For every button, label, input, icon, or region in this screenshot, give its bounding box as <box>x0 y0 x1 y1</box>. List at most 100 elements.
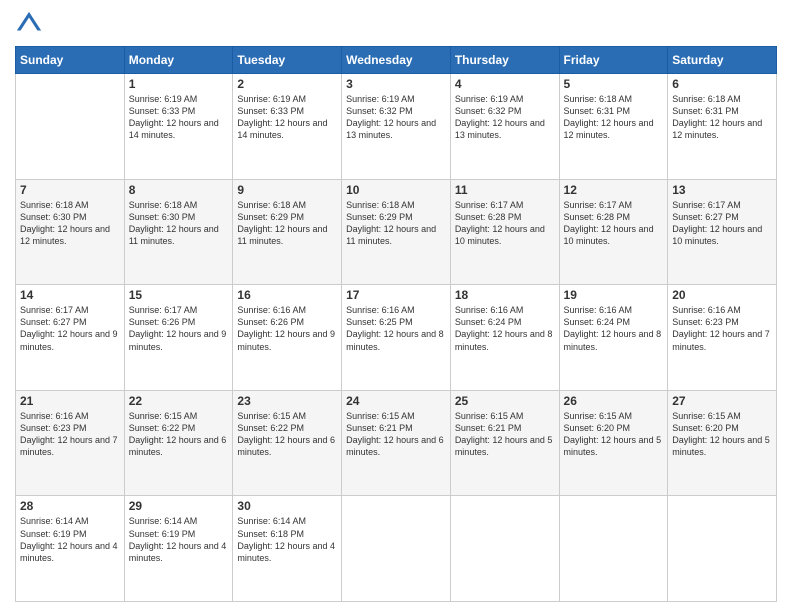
weekday-header: Sunday <box>16 47 125 74</box>
calendar-cell: 26 Sunrise: 6:15 AMSunset: 6:20 PMDayligh… <box>559 390 668 496</box>
day-info: Sunrise: 6:15 AMSunset: 6:22 PMDaylight:… <box>237 410 337 459</box>
day-info: Sunrise: 6:16 AMSunset: 6:24 PMDaylight:… <box>564 304 664 353</box>
calendar-cell: 7 Sunrise: 6:18 AMSunset: 6:30 PMDaylight… <box>16 179 125 285</box>
calendar-table: SundayMondayTuesdayWednesdayThursdayFrid… <box>15 46 777 602</box>
day-number: 27 <box>672 394 772 408</box>
day-info: Sunrise: 6:17 AMSunset: 6:27 PMDaylight:… <box>672 199 772 248</box>
calendar-cell: 30 Sunrise: 6:14 AMSunset: 6:18 PMDayligh… <box>233 496 342 602</box>
day-number: 28 <box>20 499 120 513</box>
day-number: 26 <box>564 394 664 408</box>
weekday-header: Friday <box>559 47 668 74</box>
calendar-cell: 5 Sunrise: 6:18 AMSunset: 6:31 PMDaylight… <box>559 74 668 180</box>
day-number: 24 <box>346 394 446 408</box>
day-number: 2 <box>237 77 337 91</box>
day-number: 23 <box>237 394 337 408</box>
calendar-cell: 17 Sunrise: 6:16 AMSunset: 6:25 PMDayligh… <box>342 285 451 391</box>
calendar-cell <box>342 496 451 602</box>
day-info: Sunrise: 6:17 AMSunset: 6:28 PMDaylight:… <box>564 199 664 248</box>
page: SundayMondayTuesdayWednesdayThursdayFrid… <box>0 0 792 612</box>
logo-icon <box>15 10 43 38</box>
day-info: Sunrise: 6:15 AMSunset: 6:20 PMDaylight:… <box>672 410 772 459</box>
day-info: Sunrise: 6:14 AMSunset: 6:18 PMDaylight:… <box>237 515 337 564</box>
calendar-week-row: 1 Sunrise: 6:19 AMSunset: 6:33 PMDaylight… <box>16 74 777 180</box>
calendar-week-row: 28 Sunrise: 6:14 AMSunset: 6:19 PMDayligh… <box>16 496 777 602</box>
day-number: 9 <box>237 183 337 197</box>
calendar-cell: 8 Sunrise: 6:18 AMSunset: 6:30 PMDaylight… <box>124 179 233 285</box>
day-number: 29 <box>129 499 229 513</box>
header <box>15 10 777 38</box>
calendar-cell: 20 Sunrise: 6:16 AMSunset: 6:23 PMDayligh… <box>668 285 777 391</box>
day-info: Sunrise: 6:18 AMSunset: 6:29 PMDaylight:… <box>237 199 337 248</box>
calendar-cell: 3Sunrise: 6:19 AMSunset: 6:32 PMDaylight… <box>342 74 451 180</box>
day-info: Sunrise: 6:17 AMSunset: 6:28 PMDaylight:… <box>455 199 555 248</box>
calendar-cell: 23 Sunrise: 6:15 AMSunset: 6:22 PMDayligh… <box>233 390 342 496</box>
weekday-header: Tuesday <box>233 47 342 74</box>
calendar-cell: 9 Sunrise: 6:18 AMSunset: 6:29 PMDaylight… <box>233 179 342 285</box>
day-info: Sunrise: 6:17 AMSunset: 6:26 PMDaylight:… <box>129 304 229 353</box>
calendar-cell <box>559 496 668 602</box>
calendar-cell: 22 Sunrise: 6:15 AMSunset: 6:22 PMDayligh… <box>124 390 233 496</box>
calendar-cell: 11 Sunrise: 6:17 AMSunset: 6:28 PMDayligh… <box>450 179 559 285</box>
day-info: Sunrise: 6:18 AMSunset: 6:31 PMDaylight:… <box>564 93 664 142</box>
day-info: Sunrise: 6:19 AMSunset: 6:33 PMDaylight:… <box>129 93 229 142</box>
day-number: 17 <box>346 288 446 302</box>
day-number: 3 <box>346 77 446 91</box>
day-info: Sunrise: 6:16 AMSunset: 6:23 PMDaylight:… <box>672 304 772 353</box>
day-number: 20 <box>672 288 772 302</box>
day-info: Sunrise: 6:18 AMSunset: 6:30 PMDaylight:… <box>20 199 120 248</box>
calendar-cell: 2 Sunrise: 6:19 AMSunset: 6:33 PMDaylight… <box>233 74 342 180</box>
calendar-cell: 21 Sunrise: 6:16 AMSunset: 6:23 PMDayligh… <box>16 390 125 496</box>
weekday-header: Saturday <box>668 47 777 74</box>
day-info: Sunrise: 6:19 AMSunset: 6:33 PMDaylight:… <box>237 93 337 142</box>
day-info: Sunrise: 6:16 AMSunset: 6:26 PMDaylight:… <box>237 304 337 353</box>
day-number: 1 <box>129 77 229 91</box>
day-info: Sunrise: 6:18 AMSunset: 6:31 PMDaylight:… <box>672 93 772 142</box>
calendar-cell: 12 Sunrise: 6:17 AMSunset: 6:28 PMDayligh… <box>559 179 668 285</box>
day-info: Sunrise: 6:15 AMSunset: 6:22 PMDaylight:… <box>129 410 229 459</box>
day-info: Sunrise: 6:19 AMSunset: 6:32 PMDaylight:… <box>455 93 555 142</box>
day-number: 5 <box>564 77 664 91</box>
calendar-cell: 6 Sunrise: 6:18 AMSunset: 6:31 PMDaylight… <box>668 74 777 180</box>
calendar-week-row: 14Sunrise: 6:17 AMSunset: 6:27 PMDayligh… <box>16 285 777 391</box>
weekday-header: Thursday <box>450 47 559 74</box>
day-number: 30 <box>237 499 337 513</box>
calendar-cell: 27 Sunrise: 6:15 AMSunset: 6:20 PMDayligh… <box>668 390 777 496</box>
day-info: Sunrise: 6:14 AMSunset: 6:19 PMDaylight:… <box>20 515 120 564</box>
day-number: 10 <box>346 183 446 197</box>
day-number: 21 <box>20 394 120 408</box>
day-info: Sunrise: 6:16 AMSunset: 6:25 PMDaylight:… <box>346 304 446 353</box>
calendar-cell: 18Sunrise: 6:16 AMSunset: 6:24 PMDayligh… <box>450 285 559 391</box>
day-number: 12 <box>564 183 664 197</box>
day-number: 4 <box>455 77 555 91</box>
day-info: Sunrise: 6:16 AMSunset: 6:23 PMDaylight:… <box>20 410 120 459</box>
day-info: Sunrise: 6:15 AMSunset: 6:21 PMDaylight:… <box>455 410 555 459</box>
day-number: 16 <box>237 288 337 302</box>
calendar-week-row: 7 Sunrise: 6:18 AMSunset: 6:30 PMDaylight… <box>16 179 777 285</box>
calendar-cell <box>668 496 777 602</box>
day-info: Sunrise: 6:18 AMSunset: 6:30 PMDaylight:… <box>129 199 229 248</box>
calendar-cell: 10 Sunrise: 6:18 AMSunset: 6:29 PMDayligh… <box>342 179 451 285</box>
calendar-cell <box>450 496 559 602</box>
weekday-header: Monday <box>124 47 233 74</box>
day-info: Sunrise: 6:15 AMSunset: 6:20 PMDaylight:… <box>564 410 664 459</box>
calendar-cell: 1 Sunrise: 6:19 AMSunset: 6:33 PMDaylight… <box>124 74 233 180</box>
day-number: 8 <box>129 183 229 197</box>
day-number: 11 <box>455 183 555 197</box>
day-number: 22 <box>129 394 229 408</box>
calendar-week-row: 21 Sunrise: 6:16 AMSunset: 6:23 PMDayligh… <box>16 390 777 496</box>
day-number: 18 <box>455 288 555 302</box>
calendar-cell: 4 Sunrise: 6:19 AMSunset: 6:32 PMDaylight… <box>450 74 559 180</box>
day-number: 7 <box>20 183 120 197</box>
calendar-cell <box>16 74 125 180</box>
logo <box>15 10 47 38</box>
day-number: 6 <box>672 77 772 91</box>
calendar-cell: 24 Sunrise: 6:15 AMSunset: 6:21 PMDayligh… <box>342 390 451 496</box>
day-info: Sunrise: 6:14 AMSunset: 6:19 PMDaylight:… <box>129 515 229 564</box>
calendar-header-row: SundayMondayTuesdayWednesdayThursdayFrid… <box>16 47 777 74</box>
day-info: Sunrise: 6:17 AMSunset: 6:27 PMDaylight:… <box>20 304 120 353</box>
day-info: Sunrise: 6:18 AMSunset: 6:29 PMDaylight:… <box>346 199 446 248</box>
calendar-cell: 14Sunrise: 6:17 AMSunset: 6:27 PMDayligh… <box>16 285 125 391</box>
calendar-cell: 19Sunrise: 6:16 AMSunset: 6:24 PMDayligh… <box>559 285 668 391</box>
calendar-cell: 15Sunrise: 6:17 AMSunset: 6:26 PMDayligh… <box>124 285 233 391</box>
day-info: Sunrise: 6:15 AMSunset: 6:21 PMDaylight:… <box>346 410 446 459</box>
